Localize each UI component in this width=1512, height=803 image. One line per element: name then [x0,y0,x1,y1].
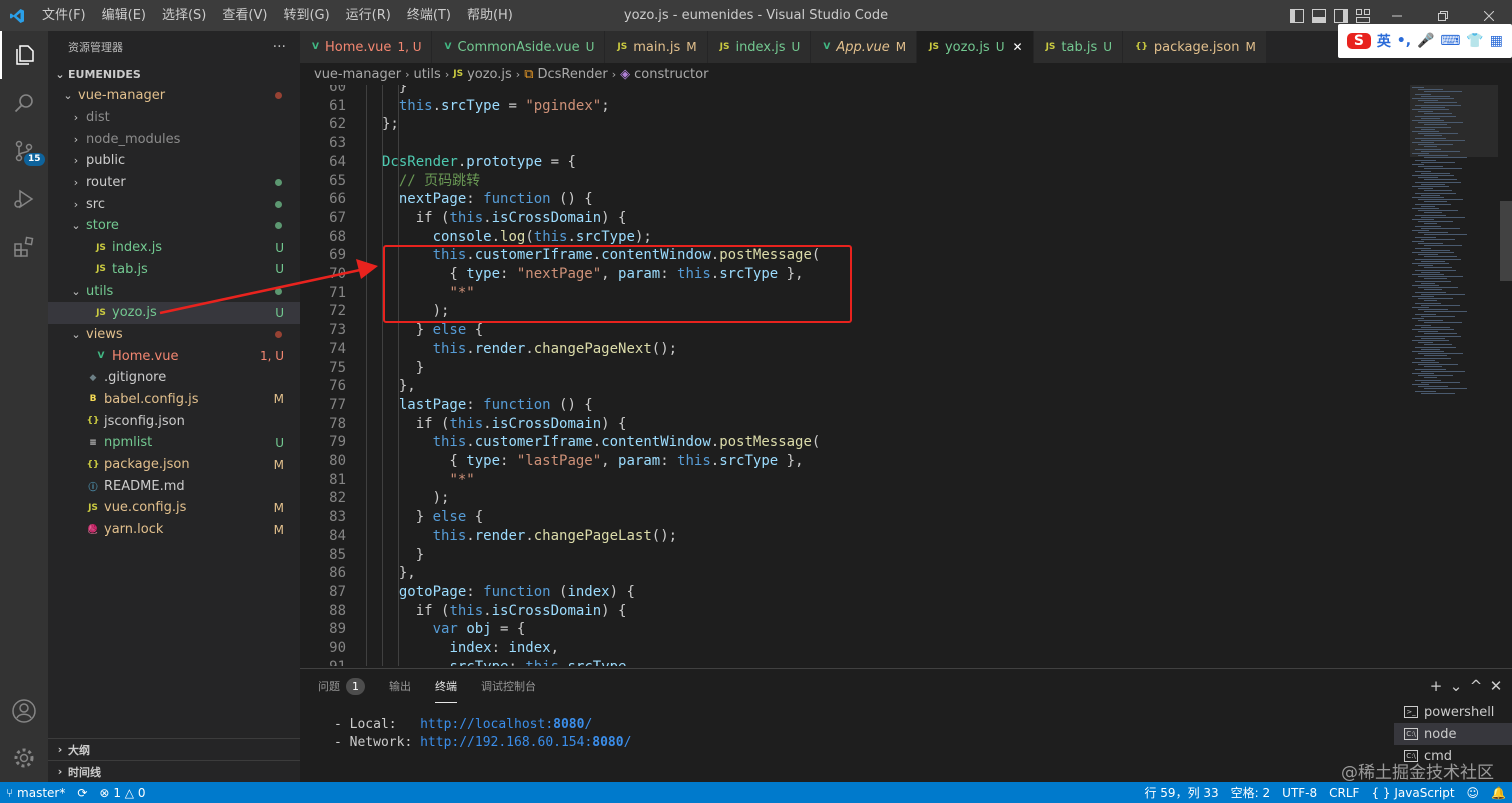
terminal-token: / [584,717,593,732]
notifications-bell-icon[interactable]: 🔔 [1491,786,1506,800]
panel-tab-label: 终端 [435,679,457,693]
watermark: @稀土掘金技术社区 [1341,763,1494,783]
panel-actions: + ⌄ ^ ✕ [1426,669,1506,703]
warning-icon: △ [124,785,135,800]
panel-tab-label: 问题 [318,680,340,693]
panel-tab[interactable]: 终端 [435,669,457,703]
close-panel-icon[interactable]: ✕ [1486,677,1506,695]
cmd-icon: C:\ [1404,728,1418,740]
branch-status[interactable]: ⑂ master* [6,786,65,800]
terminal-list-item[interactable]: C:\ node [1394,723,1512,745]
terminal-token: 8080 [553,717,585,732]
error-count: 1 [113,785,121,800]
panel-tab[interactable]: 调试控制台 [481,669,536,703]
language-label: JavaScript [1394,785,1455,800]
terminal-output[interactable]: - Local: http://localhost:8080/- Network… [334,716,631,752]
maximize-panel-icon[interactable]: ^ [1466,677,1486,695]
git-branch-icon: ⑂ [6,785,14,800]
problems-count-badge: 1 [346,677,365,695]
new-terminal-icon[interactable]: + [1426,677,1446,695]
terminal-token: / [623,735,632,750]
indentation[interactable]: 空格: 2 [1231,784,1271,801]
branch-name: master* [17,785,66,800]
error-icon: ⊗ [99,785,110,800]
chevron-down-icon[interactable]: ⌄ [1446,677,1466,695]
terminal-token: http://localhost: [420,717,554,732]
terminal-list-item[interactable]: >_ powershell [1394,701,1512,723]
encoding[interactable]: UTF-8 [1282,786,1317,800]
terminal-line: - Network: http://192.168.60.154:8080/ [334,734,631,752]
panel-tab-label: 输出 [389,680,411,693]
panel-tab[interactable]: 问题 1 [318,669,365,703]
panel-tab[interactable]: 输出 [389,669,411,703]
panel-tabs: 问题 1 输出 终端 调试控制台 [300,669,1512,703]
status-right: 行 59，列 33 空格: 2 UTF-8 CRLF { } JavaScrip… [1138,782,1512,803]
terminal-name: powershell [1424,704,1495,720]
bottom-panel: 问题 1 输出 终端 调试控制台 + ⌄ ^ ✕ - Local: http://localh… [300,668,1512,782]
sync-icon[interactable]: ⟳ [77,786,87,800]
panel-tab-label: 调试控制台 [481,680,536,693]
status-bar: ⑂ master* ⟳ ⊗ 1 △ 0 行 59，列 33 空格: 2 UTF-… [0,782,1512,803]
terminal-token: 8080 [592,735,624,750]
feedback-icon[interactable]: ☺ [1467,786,1480,800]
terminal-line: - Local: http://localhost:8080/ [334,716,631,734]
language-mode[interactable]: { } JavaScript [1371,786,1454,800]
warning-count: 0 [137,785,146,800]
line-ending[interactable]: CRLF [1329,786,1359,800]
braces-icon: { } [1371,785,1391,800]
powershell-icon: >_ [1404,706,1418,718]
problems-status[interactable]: ⊗ 1 △ 0 [99,786,145,800]
terminal-token: - Network: [334,735,421,750]
terminal-token: - Local: [334,717,421,732]
cursor-position[interactable]: 行 59，列 33 [1144,784,1218,801]
terminal-token: http://192.168.60.154: [420,735,593,750]
terminal-name: node [1424,726,1457,742]
